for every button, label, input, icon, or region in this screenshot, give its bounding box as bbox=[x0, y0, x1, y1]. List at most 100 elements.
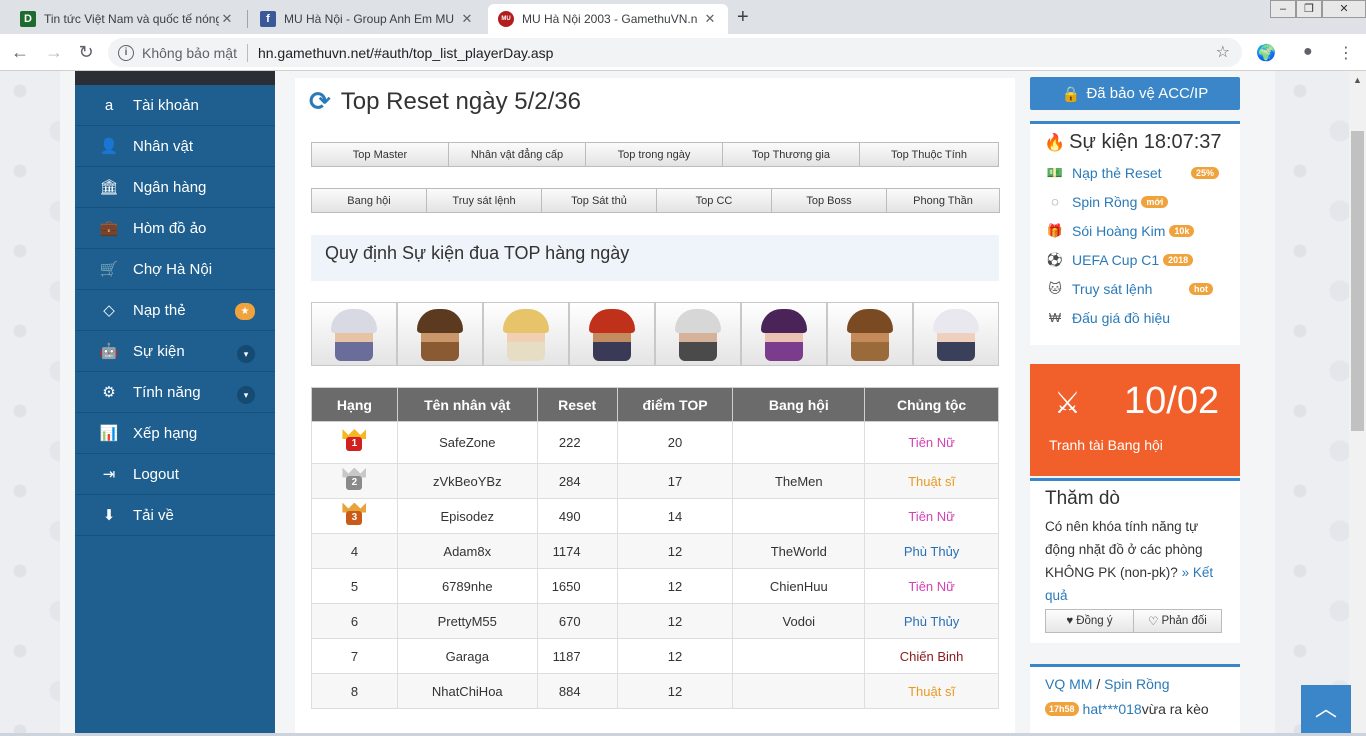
character-class-button[interactable] bbox=[569, 302, 655, 366]
event-item[interactable]: ◌ Spin Rồng mới bbox=[1030, 187, 1240, 216]
reload-icon[interactable]: ↻ bbox=[74, 40, 98, 64]
spin-rong-link[interactable]: Spin Rồng bbox=[1104, 676, 1169, 692]
minimize-icon[interactable]: – bbox=[1270, 0, 1296, 18]
agree-button[interactable]: ♥ Đồng ý bbox=[1045, 609, 1134, 633]
close-tab-icon[interactable]: ✕ bbox=[702, 11, 718, 27]
profile-icon[interactable]: ● bbox=[1303, 43, 1313, 61]
character-class-button[interactable] bbox=[913, 302, 999, 366]
event-item[interactable]: 🎁 Sói Hoàng Kim 10k bbox=[1030, 216, 1240, 245]
guild-cell[interactable]: Vodoi bbox=[732, 603, 866, 639]
feed-user[interactable]: hat***018 bbox=[1083, 701, 1142, 717]
sidebar-item-features[interactable]: ⚙ Tính năng ▾ bbox=[75, 372, 275, 413]
forward-icon[interactable]: → bbox=[42, 40, 66, 64]
tab-top-master[interactable]: Top Master bbox=[311, 142, 449, 167]
event-item[interactable]: ₩ Đấu giá đồ hiệu bbox=[1030, 303, 1240, 332]
event-item[interactable]: 💵 Nạp thẻ Reset 25% bbox=[1030, 158, 1240, 187]
sidebar-item-logout[interactable]: ⇥ Logout bbox=[75, 454, 275, 495]
spin-feed-header: VQ MM / Spin Rồng bbox=[1045, 676, 1240, 692]
sidebar-item-download[interactable]: ⬇ Tải về bbox=[75, 495, 275, 536]
chevron-down-icon[interactable]: ▾ bbox=[237, 345, 255, 363]
guild-cell[interactable] bbox=[732, 421, 866, 464]
character-portrait bbox=[847, 309, 893, 361]
sidebar-item-character[interactable]: 👤 Nhân vật bbox=[75, 126, 275, 167]
event-label[interactable]: Đấu giá đồ hiệu bbox=[1072, 310, 1170, 326]
disagree-button[interactable]: ♡ Phản đối bbox=[1133, 609, 1222, 633]
refresh-icon[interactable]: ⟳ bbox=[309, 86, 331, 117]
character-class-button[interactable] bbox=[827, 302, 913, 366]
back-icon[interactable]: ← bbox=[8, 40, 32, 64]
character-class-button[interactable] bbox=[311, 302, 397, 366]
close-tab-icon[interactable]: ✕ bbox=[219, 11, 235, 27]
restore-icon[interactable]: ❐ bbox=[1296, 0, 1322, 18]
back-to-top-button[interactable]: ︿ bbox=[1301, 685, 1351, 736]
page-scrollbar[interactable]: ▲ bbox=[1349, 71, 1366, 736]
event-item[interactable]: 🐱 Truy sát lệnh hot bbox=[1030, 274, 1240, 303]
tab-top-rank-character[interactable]: Nhân vật đẳng cấp bbox=[448, 142, 586, 167]
guild-cell[interactable] bbox=[732, 498, 866, 534]
guild-cell[interactable]: TheMen bbox=[732, 463, 866, 499]
tab-top-daily[interactable]: Top trong ngày bbox=[585, 142, 723, 167]
character-name-cell[interactable]: 6789nhe bbox=[396, 568, 538, 604]
bookmark-star-icon[interactable]: ☆ bbox=[1216, 42, 1230, 62]
browser-tab-bar: D Tin tức Việt Nam và quốc tế nóng ✕ f M… bbox=[0, 0, 1366, 34]
sidebar-item-account[interactable]: a Tài khoản bbox=[75, 85, 275, 126]
address-bar[interactable]: i Không bảo mật hn.gamethuvn.net/#auth/t… bbox=[108, 38, 1242, 67]
guild-war-box[interactable]: ⚔ 10/02 Tranh tài Bang hội bbox=[1030, 364, 1240, 476]
sidebar-item-bank[interactable]: 🏛 Ngân hàng bbox=[75, 167, 275, 208]
character-name-cell[interactable]: SafeZone bbox=[396, 421, 538, 464]
character-class-button[interactable] bbox=[483, 302, 569, 366]
sidebar-item-topup[interactable]: ◇ Nạp thẻ ★ bbox=[75, 290, 275, 331]
event-label[interactable]: Truy sát lệnh bbox=[1072, 281, 1152, 297]
url-text[interactable]: hn.gamethuvn.net/#auth/top_list_playerDa… bbox=[258, 45, 554, 61]
scroll-up-arrow-icon[interactable]: ▲ bbox=[1353, 75, 1362, 85]
close-window-icon[interactable]: ✕ bbox=[1322, 0, 1366, 18]
scrollbar-thumb[interactable] bbox=[1351, 131, 1364, 431]
character-class-button[interactable] bbox=[741, 302, 827, 366]
guild-cell[interactable] bbox=[732, 673, 866, 709]
sidebar-item-ranking[interactable]: 📊 Xếp hạng bbox=[75, 413, 275, 454]
event-label[interactable]: Nạp thẻ Reset bbox=[1072, 165, 1162, 181]
rules-title[interactable]: Quy định Sự kiện đua TOP hàng ngày bbox=[325, 243, 629, 263]
character-name-cell[interactable]: Adam8x bbox=[396, 533, 538, 569]
tab-hunt-order[interactable]: Truy sát lệnh bbox=[426, 188, 542, 213]
info-icon[interactable]: i bbox=[118, 44, 134, 61]
browser-tab[interactable]: f MU Hà Nội - Group Anh Em MU ✕ bbox=[250, 4, 485, 34]
vq-mm-link[interactable]: VQ MM bbox=[1045, 676, 1092, 692]
event-item[interactable]: ⚽ UEFA Cup C1 2018 bbox=[1030, 245, 1240, 274]
new-tab-icon[interactable]: + bbox=[737, 6, 749, 29]
protect-account-button[interactable]: 🔒 Đã bảo vệ ACC/IP bbox=[1030, 77, 1240, 110]
tab-top-attribute[interactable]: Top Thuộc Tính bbox=[859, 142, 999, 167]
character-name-cell[interactable]: NhatChiHoa bbox=[396, 673, 538, 709]
race-cell: Thuật sĩ bbox=[864, 673, 999, 709]
browser-tab-active[interactable]: MU MU Hà Nội 2003 - GamethuVN.n ✕ bbox=[488, 4, 728, 34]
close-tab-icon[interactable]: ✕ bbox=[459, 11, 475, 27]
event-label[interactable]: Spin Rồng bbox=[1072, 194, 1137, 210]
menu-icon[interactable]: ⋮ bbox=[1338, 43, 1354, 63]
guild-cell[interactable]: TheWorld bbox=[732, 533, 866, 569]
tab-top-cc[interactable]: Top CC bbox=[656, 188, 772, 213]
separator: / bbox=[1092, 676, 1105, 692]
chevron-down-icon[interactable]: ▾ bbox=[237, 386, 255, 404]
tab-top-boss[interactable]: Top Boss bbox=[771, 188, 887, 213]
character-name-cell[interactable]: PrettyM55 bbox=[396, 603, 538, 639]
sidebar-item-market[interactable]: 🛒 Chợ Hà Nội bbox=[75, 249, 275, 290]
character-name-cell[interactable]: Garaga bbox=[396, 638, 538, 674]
browser-tab[interactable]: D Tin tức Việt Nam và quốc tế nóng ✕ bbox=[10, 4, 245, 34]
tab-guild[interactable]: Bang hội bbox=[311, 188, 427, 213]
character-class-button[interactable] bbox=[655, 302, 741, 366]
tab-phong-than[interactable]: Phong Thần bbox=[886, 188, 1000, 213]
guild-cell[interactable]: ChienHuu bbox=[732, 568, 866, 604]
sidebar-item-events[interactable]: 🤖 Sự kiện ▾ bbox=[75, 331, 275, 372]
character-class-button[interactable] bbox=[397, 302, 483, 366]
character-name-cell[interactable]: zVkBeoYBz bbox=[396, 463, 538, 499]
rules-box[interactable]: Quy định Sự kiện đua TOP hàng ngày bbox=[311, 235, 999, 281]
tab-top-killer[interactable]: Top Sát thủ bbox=[541, 188, 657, 213]
tab-top-merchant[interactable]: Top Thương gia bbox=[722, 142, 860, 167]
guild-cell[interactable] bbox=[732, 638, 866, 674]
event-label[interactable]: UEFA Cup C1 bbox=[1072, 252, 1159, 268]
sidebar-item-virtual-chest[interactable]: 💼 Hòm đồ ảo bbox=[75, 208, 275, 249]
extension-globe-icon[interactable]: 🌍 bbox=[1256, 43, 1276, 63]
event-label[interactable]: Sói Hoàng Kim bbox=[1072, 223, 1165, 239]
character-name-cell[interactable]: Episodez bbox=[396, 498, 538, 534]
sidebar-item-label: Nhân vật bbox=[133, 137, 194, 155]
